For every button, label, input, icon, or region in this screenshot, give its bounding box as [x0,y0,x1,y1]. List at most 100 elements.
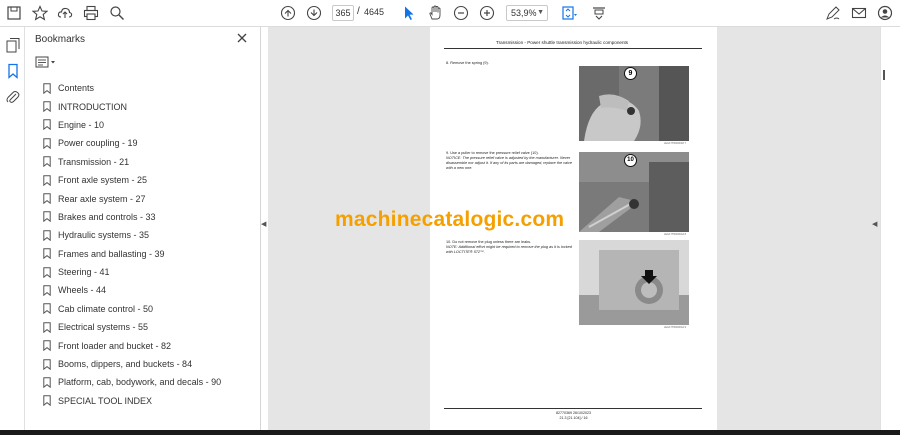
bookmark-item[interactable]: Front axle system - 25 [43,171,253,189]
left-rail [0,27,25,435]
zoom-level-select[interactable]: 53,9% ▼ [506,5,548,21]
bookmark-icon [43,377,51,388]
bookmark-icon [43,138,51,149]
bookmark-label: Transmission - 21 [58,156,130,167]
bookmark-label: Cab climate control - 50 [58,303,154,314]
bookmark-label: Front loader and bucket - 82 [58,340,172,351]
figure-caption-7: LEIL17TR0000A5 7 [664,142,686,145]
print-icon[interactable] [82,4,100,22]
bookmark-icon [43,193,51,205]
save-icon[interactable] [5,4,23,22]
footer-rule [444,408,702,409]
panel-title: Bookmarks [35,34,86,45]
step-9-notice: NOTICE: The pressure relief valve is adj… [446,156,572,170]
bookmark-item[interactable]: Engine - 10 [43,116,253,134]
bookmark-options-button[interactable] [35,55,61,69]
bookmark-item[interactable]: INTRODUCTION [43,97,253,115]
bookmark-item[interactable]: Platform, cab, bodywork, and decals - 90 [43,373,253,391]
step-8-text: 8. Remove the spring (9). [446,61,489,65]
bookmark-item[interactable]: Transmission - 21 [43,153,253,171]
account-icon[interactable] [876,4,894,22]
bookmark-label: SPECIAL TOOL INDEX [58,395,153,406]
bookmark-label: Front axle system - 25 [58,175,148,186]
bookmark-item[interactable]: Booms, dippers, and buckets - 84 [43,355,253,373]
vertical-scrollbar[interactable] [883,70,885,80]
bookmark-icon [43,156,51,168]
bookmark-label: Frames and ballasting - 39 [58,248,165,259]
scroll-mode-icon[interactable] [590,4,608,22]
bookmark-icon [43,82,51,94]
header-rule [444,48,702,49]
bookmark-label: Rear axle system - 27 [58,193,146,204]
bookmark-label: INTRODUCTION [58,101,127,112]
page-number-input[interactable]: 365 [332,5,354,21]
previous-page-icon[interactable] [279,4,297,22]
bookmark-label: Booms, dippers, and buckets - 84 [58,359,193,370]
page-total: 4645 [364,7,385,17]
bookmarks-panel: Bookmarks Contents INTRODUCTION Engine - 1… [25,27,261,435]
bookmark-icon [43,248,51,260]
upload-cloud-icon[interactable] [56,4,74,22]
bookmark-list: Contents INTRODUCTION Engine - 10 Power cou… [43,79,253,410]
right-rail [880,27,900,435]
attachment-icon[interactable] [5,89,21,105]
page-thumbnails-icon[interactable] [5,37,21,53]
bookmark-icon [43,266,51,278]
hand-tool-icon[interactable] [426,4,444,22]
bookmark-icon [43,395,51,407]
watermark-text: machinecatalogic.com [335,208,565,231]
zoom-level-value: 53,9% [511,8,537,18]
bookmark-item[interactable]: Rear axle system - 27 [43,189,253,207]
bookmark-item[interactable]: Front loader and bucket - 82 [43,336,253,354]
bookmark-label: Wheels - 44 [58,285,107,296]
page-header: Transmission - Power shuttle transmissio… [496,40,629,45]
sign-pen-icon[interactable] [824,4,842,22]
fit-page-icon[interactable] [560,4,578,22]
collapse-left-panel-icon[interactable]: ◀ [261,220,266,228]
bookmark-label: Platform, cab, bodywork, and decals - 90 [58,377,222,388]
figure-caption-8: LEIL17TR0000A4 8 [664,233,686,236]
bookmark-item[interactable]: Cab climate control - 50 [43,300,253,318]
search-icon[interactable] [108,4,126,22]
bookmark-label: Electrical systems - 55 [58,322,149,333]
bookmark-item[interactable]: Steering - 41 [43,263,253,281]
select-cursor-icon[interactable] [400,4,418,22]
photo-plug [579,240,689,325]
toolbar: 365 / 4645 53,9% ▼ [0,0,900,27]
bookmark-item[interactable]: Brakes and controls - 33 [43,208,253,226]
bookmark-icon [43,322,51,333]
bottom-bar [0,430,900,435]
star-icon[interactable] [31,4,49,22]
bookmark-item[interactable]: Frames and ballasting - 39 [43,245,253,263]
bookmark-icon [43,101,51,113]
bookmark-item[interactable]: SPECIAL TOOL INDEX [43,392,253,410]
bookmark-label: Steering - 41 [58,267,110,278]
bookmark-label: Contents [58,83,95,94]
figure-caption-9: LEIL17TR0000A4 9 [664,326,686,329]
callout-10: 10 [624,154,637,167]
bookmark-item[interactable]: Contents [43,79,253,97]
footer-page-ref: 21.3 [21.104] / 16 [559,416,588,420]
bookmark-item[interactable]: Electrical systems - 55 [43,318,253,336]
bookmark-label: Hydraulic systems - 35 [58,230,150,241]
bookmark-label: Brakes and controls - 33 [58,211,156,222]
bookmark-icon [43,358,51,370]
email-icon[interactable] [850,4,868,22]
bookmark-icon [43,303,51,315]
bookmark-icon [43,340,51,352]
step-9-text: 9. Use a puller to remove the pressure r… [446,151,576,171]
bookmark-icon [43,285,51,296]
step-10-text: 10. Do not remove the plug unless there … [446,240,576,255]
collapse-right-panel-icon[interactable]: ◀ [872,220,877,228]
zoom-in-icon[interactable] [478,4,496,22]
close-icon[interactable] [236,31,248,43]
bookmark-icon[interactable] [5,63,21,79]
step-10-note: NOTE: Additional effort might be require… [446,245,572,254]
bookmark-icon [43,119,51,131]
bookmark-item[interactable]: Power coupling - 19 [43,134,253,152]
zoom-out-icon[interactable] [452,4,470,22]
next-page-icon[interactable] [305,4,323,22]
bookmark-item[interactable]: Wheels - 44 [43,281,253,299]
bookmark-item[interactable]: Hydraulic systems - 35 [43,226,253,244]
bookmark-label: Power coupling - 19 [58,138,138,149]
